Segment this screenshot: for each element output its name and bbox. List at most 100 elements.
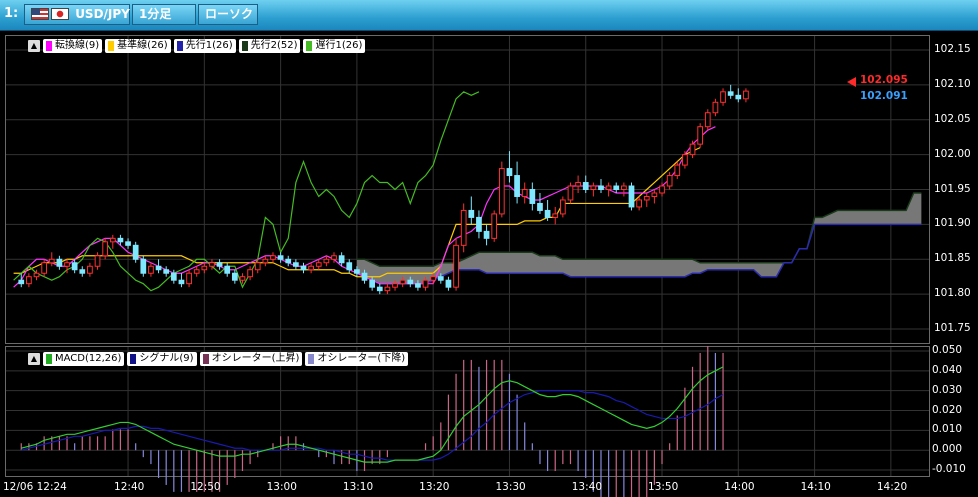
legend-senkou1[interactable]: 先行1(26) [173,39,236,53]
legend-swatch [308,354,315,364]
legend-senkou2[interactable]: 先行2(52) [238,39,301,53]
legend-swatch [306,41,313,51]
candle-body [666,175,673,187]
candle-body [148,265,154,274]
candle-body [727,91,734,96]
time-tick-label: 14:20 [876,481,908,493]
price-tick-label: 102.15 [934,42,971,55]
legend-kijun[interactable]: 基準線(26) [105,39,171,53]
candle-body [468,209,475,218]
collapse-price-legend-icon[interactable]: ▲ [28,40,40,52]
candle-body [697,126,704,145]
candle-body [56,258,63,267]
legend-swatch [108,41,115,51]
candle-body [430,276,437,281]
time-tick-label: 14:10 [800,481,831,493]
candle-body [743,90,749,100]
candle-body [613,185,620,191]
time-tick-label: 13:50 [648,481,679,493]
candle-body [598,185,604,191]
candle-body [315,262,322,267]
time-tick-label: 13:40 [571,481,602,493]
price-tick-label: 102.00 [934,147,971,160]
candle-body [437,276,444,281]
time-tick-label: 12:40 [114,481,145,493]
candle-body [163,269,170,274]
candle-body [453,244,459,288]
candle-body [193,269,200,274]
candle-body [239,276,246,281]
candle-body [300,265,307,271]
macd-tick-label: 0.030 [932,383,963,396]
bid-price-tag: 102.091 [860,90,908,102]
macd-tick-label: 0.040 [932,363,963,376]
candle-body [140,258,147,274]
macd-tick-label: -0.010 [932,463,966,476]
candle-body [544,209,551,218]
legend-swatch [46,354,52,364]
candle-body [498,168,505,215]
candle-body [460,209,467,246]
candle-body [476,216,482,232]
chart-canvas[interactable] [0,0,978,497]
legend-tenkan[interactable]: 転換線(9) [43,39,103,53]
candle-body [338,255,345,264]
candle-body [87,265,93,274]
candle-body [369,279,376,288]
time-tick-label: 13:10 [342,481,374,493]
candle-body [102,241,109,257]
price-tick-label: 101.90 [934,217,971,230]
candle-body [247,269,253,278]
candle-body [552,213,559,218]
candle-body [262,258,269,264]
candle-body [712,101,719,114]
legend-osc-up[interactable]: オシレーター(上昇) [199,352,303,366]
candle-body [216,262,223,267]
candle-body [674,164,681,177]
candle-body [41,262,48,274]
candle-body [491,213,498,239]
legend-chikou[interactable]: 遅行1(26) [303,39,366,53]
price-tick-label: 101.85 [934,252,971,265]
candle-body [422,279,429,288]
candle-body [308,265,314,271]
candle-body [331,255,337,260]
legend-signal[interactable]: シグナル(9) [127,352,197,366]
candle-body [209,262,215,267]
time-tick-label: 14:00 [724,481,755,493]
candle-body [224,265,231,274]
candle-body [559,199,566,215]
collapse-macd-legend-icon[interactable]: ▲ [28,353,40,365]
price-legend: ▲ 転換線(9) 基準線(26) 先行1(26) 先行2(52) 遅行1(26) [28,39,366,53]
candle-body [636,199,642,208]
candle-body [399,279,406,285]
candle-body [231,272,238,281]
candle-body [521,189,528,197]
candle-body [361,272,368,281]
price-tick-label: 102.10 [934,77,971,90]
candle-body [346,262,353,271]
candle-body [689,143,696,156]
candle-body [178,279,185,285]
candle-body [659,185,665,194]
legend-osc-down[interactable]: オシレーター(下降) [305,352,409,366]
price-tick-label: 101.75 [934,322,971,335]
macd-line [21,366,724,463]
candle-body [125,241,131,246]
candle-body [18,279,25,285]
time-tick-label: 12:50 [190,481,221,493]
candle-body [109,237,116,243]
candle-body [575,182,581,187]
candle-body [79,269,86,274]
candle-body [735,94,742,100]
macd-tick-label: 0.000 [932,443,963,456]
candle-body [643,195,650,201]
macd-legend: ▲ MACD(12,26) シグナル(9) オシレーター(上昇) オシレーター(… [28,352,409,366]
candle-body [132,244,139,260]
candle-body [720,91,726,103]
candle-body [590,185,597,191]
legend-macd[interactable]: MACD(12,26) [43,352,125,366]
ask-price-tag: 102.095 [860,74,908,86]
candle-body [376,286,383,292]
candle-body [254,262,261,271]
